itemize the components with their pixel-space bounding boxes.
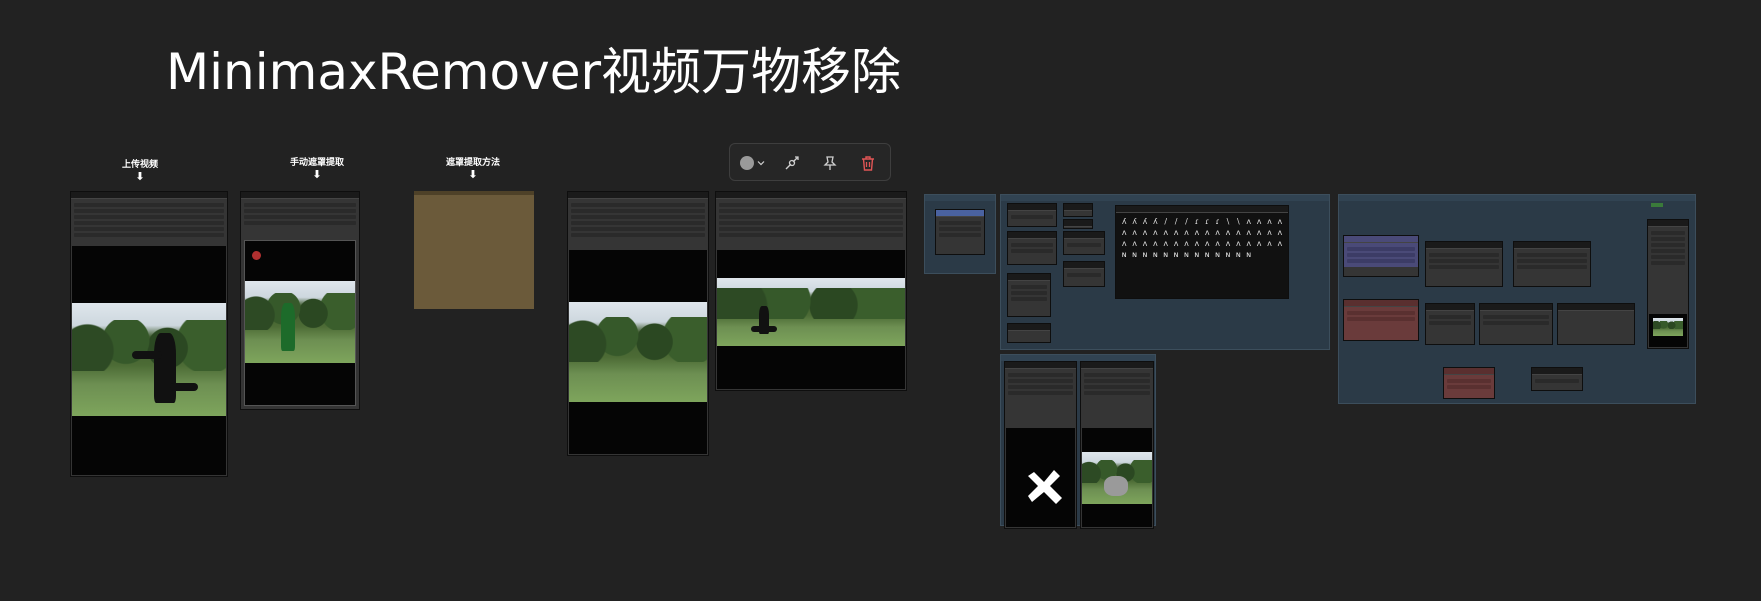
color-picker-button[interactable]: [738, 153, 766, 173]
group-node[interactable]: [1557, 303, 1635, 345]
node-widgets[interactable]: [241, 199, 359, 229]
node-widgets[interactable]: [716, 199, 906, 241]
page-title: MinimaxRemover视频万物移除: [166, 43, 902, 101]
group-mask-output[interactable]: [1000, 354, 1156, 529]
group-pipeline[interactable]: [1338, 194, 1696, 404]
note-upload-video: 上传视频 ⬇: [118, 160, 162, 182]
group-node[interactable]: [1513, 241, 1591, 287]
output-frame: [1653, 318, 1683, 336]
pin-icon: [823, 156, 837, 170]
group-node[interactable]: [1063, 219, 1093, 229]
node-widgets[interactable]: [568, 199, 708, 241]
bypass-button[interactable]: [780, 153, 804, 173]
color-circle-icon: [739, 156, 754, 170]
pin-button[interactable]: [818, 153, 842, 173]
note-mask-method-label: 遮罩提取方法: [445, 158, 500, 168]
inpaint-preview-node[interactable]: [1080, 361, 1154, 529]
group-node[interactable]: [1063, 231, 1105, 255]
group-node[interactable]: [1479, 303, 1553, 345]
group-node[interactable]: [1063, 261, 1105, 287]
delete-button[interactable]: [856, 153, 880, 173]
note-mask-method: 遮罩提取方法 ⬇: [444, 158, 502, 180]
group-node[interactable]: [1063, 203, 1093, 217]
output-node[interactable]: [1647, 219, 1689, 349]
video-preview: [72, 246, 226, 475]
arrow-down-icon: ⬇: [468, 168, 478, 181]
video-frame: [72, 303, 226, 416]
chevron-down-icon: [757, 161, 764, 166]
inpaint-frame: [1082, 452, 1152, 504]
point-marker-icon[interactable]: [252, 251, 261, 260]
arrow-down-icon: ⬇: [312, 168, 322, 181]
mask-frame: [245, 281, 355, 363]
status-indicator: [1651, 203, 1663, 207]
group-node[interactable]: [935, 209, 985, 255]
node-widgets[interactable]: [71, 199, 227, 241]
group-small[interactable]: [924, 194, 996, 274]
mask-shape-icon: [1028, 470, 1062, 504]
group-processing[interactable]: ʎ ʎ ʎ ʎ / / / ɾ ɾ ɾ \ \ ʌ ʌ ʌ ʌ ʌʌʌʌʌʌʌʌʌʌʌʌʌʌʌʌ ʌʌʌʌʌʌ…: [1000, 194, 1330, 350]
mask-canvas[interactable]: [244, 240, 356, 406]
video-combine-node[interactable]: [567, 191, 709, 456]
load-video-node[interactable]: [70, 191, 228, 477]
group-node[interactable]: [1425, 241, 1503, 287]
group-node[interactable]: [1531, 367, 1583, 391]
video-compare-node[interactable]: [715, 191, 907, 391]
group-node[interactable]: [1425, 303, 1475, 345]
mask-preview: [1006, 428, 1075, 527]
group-node[interactable]: [1007, 203, 1057, 227]
group-node[interactable]: [1443, 367, 1495, 399]
arrow-down-icon: ⬇: [135, 170, 145, 183]
mask-preview-node[interactable]: [1004, 361, 1077, 529]
note-manual-mask: 手动遮罩提取 ⬇: [288, 158, 346, 180]
group-node[interactable]: [1007, 231, 1057, 265]
points-editor-node[interactable]: [240, 191, 360, 410]
group-node[interactable]: [1343, 235, 1419, 277]
node-header[interactable]: [568, 192, 708, 199]
trash-icon: [862, 156, 874, 171]
group-node[interactable]: [1007, 273, 1051, 317]
frames-preview-node[interactable]: ʎ ʎ ʎ ʎ / / / ɾ ɾ ɾ \ \ ʌ ʌ ʌ ʌ ʌʌʌʌʌʌʌʌʌʌʌʌʌʌʌʌ ʌʌʌʌʌʌ…: [1115, 205, 1289, 299]
node-header[interactable]: [241, 192, 359, 199]
video-frame: [717, 278, 905, 346]
mask-method-group[interactable]: [414, 191, 534, 309]
node-toolbar: [729, 143, 891, 181]
note-upload-video-label: 上传视频: [121, 160, 158, 170]
node-header[interactable]: [716, 192, 906, 199]
video-preview: [717, 250, 905, 389]
output-preview: [1649, 314, 1687, 347]
video-frame: [569, 302, 707, 402]
node-header[interactable]: [71, 192, 227, 199]
note-manual-mask-label: 手动遮罩提取: [289, 158, 344, 168]
video-preview: [569, 250, 707, 454]
inpaint-preview: [1082, 428, 1152, 527]
frames-grid: ʎ ʎ ʎ ʎ / / / ɾ ɾ ɾ \ \ ʌ ʌ ʌ ʌ ʌʌʌʌʌʌʌʌʌʌʌʌʌʌʌʌ ʌʌʌʌʌʌ…: [1121, 217, 1283, 259]
bypass-icon: [785, 156, 799, 170]
group-node[interactable]: [1343, 299, 1419, 341]
group-node[interactable]: [1007, 323, 1051, 343]
